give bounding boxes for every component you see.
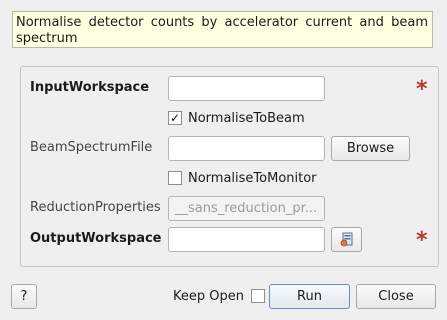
checkbox-checked-icon: ✓ [168, 111, 182, 125]
close-button[interactable]: Close [356, 284, 436, 309]
reduction-properties-label: ReductionProperties [30, 200, 161, 215]
algorithm-description: Normalise detector counts by accelerator… [12, 11, 433, 48]
workspace-picker-button[interactable] [331, 227, 362, 252]
checkbox-unchecked-icon [168, 171, 182, 185]
normalise-to-monitor-checkbox[interactable]: NormaliseToMonitor [168, 170, 317, 186]
browse-button[interactable]: Browse [331, 136, 410, 161]
help-button[interactable]: ? [11, 284, 37, 309]
input-workspace-label: InputWorkspace [30, 80, 150, 95]
beam-spectrum-file-field[interactable] [168, 136, 325, 161]
normalise-to-monitor-label: NormaliseToMonitor [188, 170, 317, 186]
run-button[interactable]: Run [269, 284, 350, 309]
keep-open-label: Keep Open [173, 288, 244, 304]
reduction-properties-field[interactable]: __sans_reduction_pr... [168, 196, 325, 221]
normalise-to-beam-checkbox[interactable]: ✓ NormaliseToBeam [168, 110, 305, 126]
output-workspace-label: OutputWorkspace [30, 231, 162, 246]
workspace-picker-icon [340, 232, 352, 247]
required-marker-input: * [416, 77, 428, 102]
normalise-to-beam-label: NormaliseToBeam [188, 110, 305, 126]
required-marker-output: * [416, 228, 428, 253]
keep-open-checkbox[interactable] [250, 289, 265, 303]
output-workspace-field[interactable] [168, 227, 325, 252]
keep-open-toggle[interactable]: Keep Open [173, 288, 265, 304]
input-workspace-field[interactable] [168, 76, 325, 101]
beam-spectrum-file-label: BeamSpectrumFile [30, 140, 153, 155]
